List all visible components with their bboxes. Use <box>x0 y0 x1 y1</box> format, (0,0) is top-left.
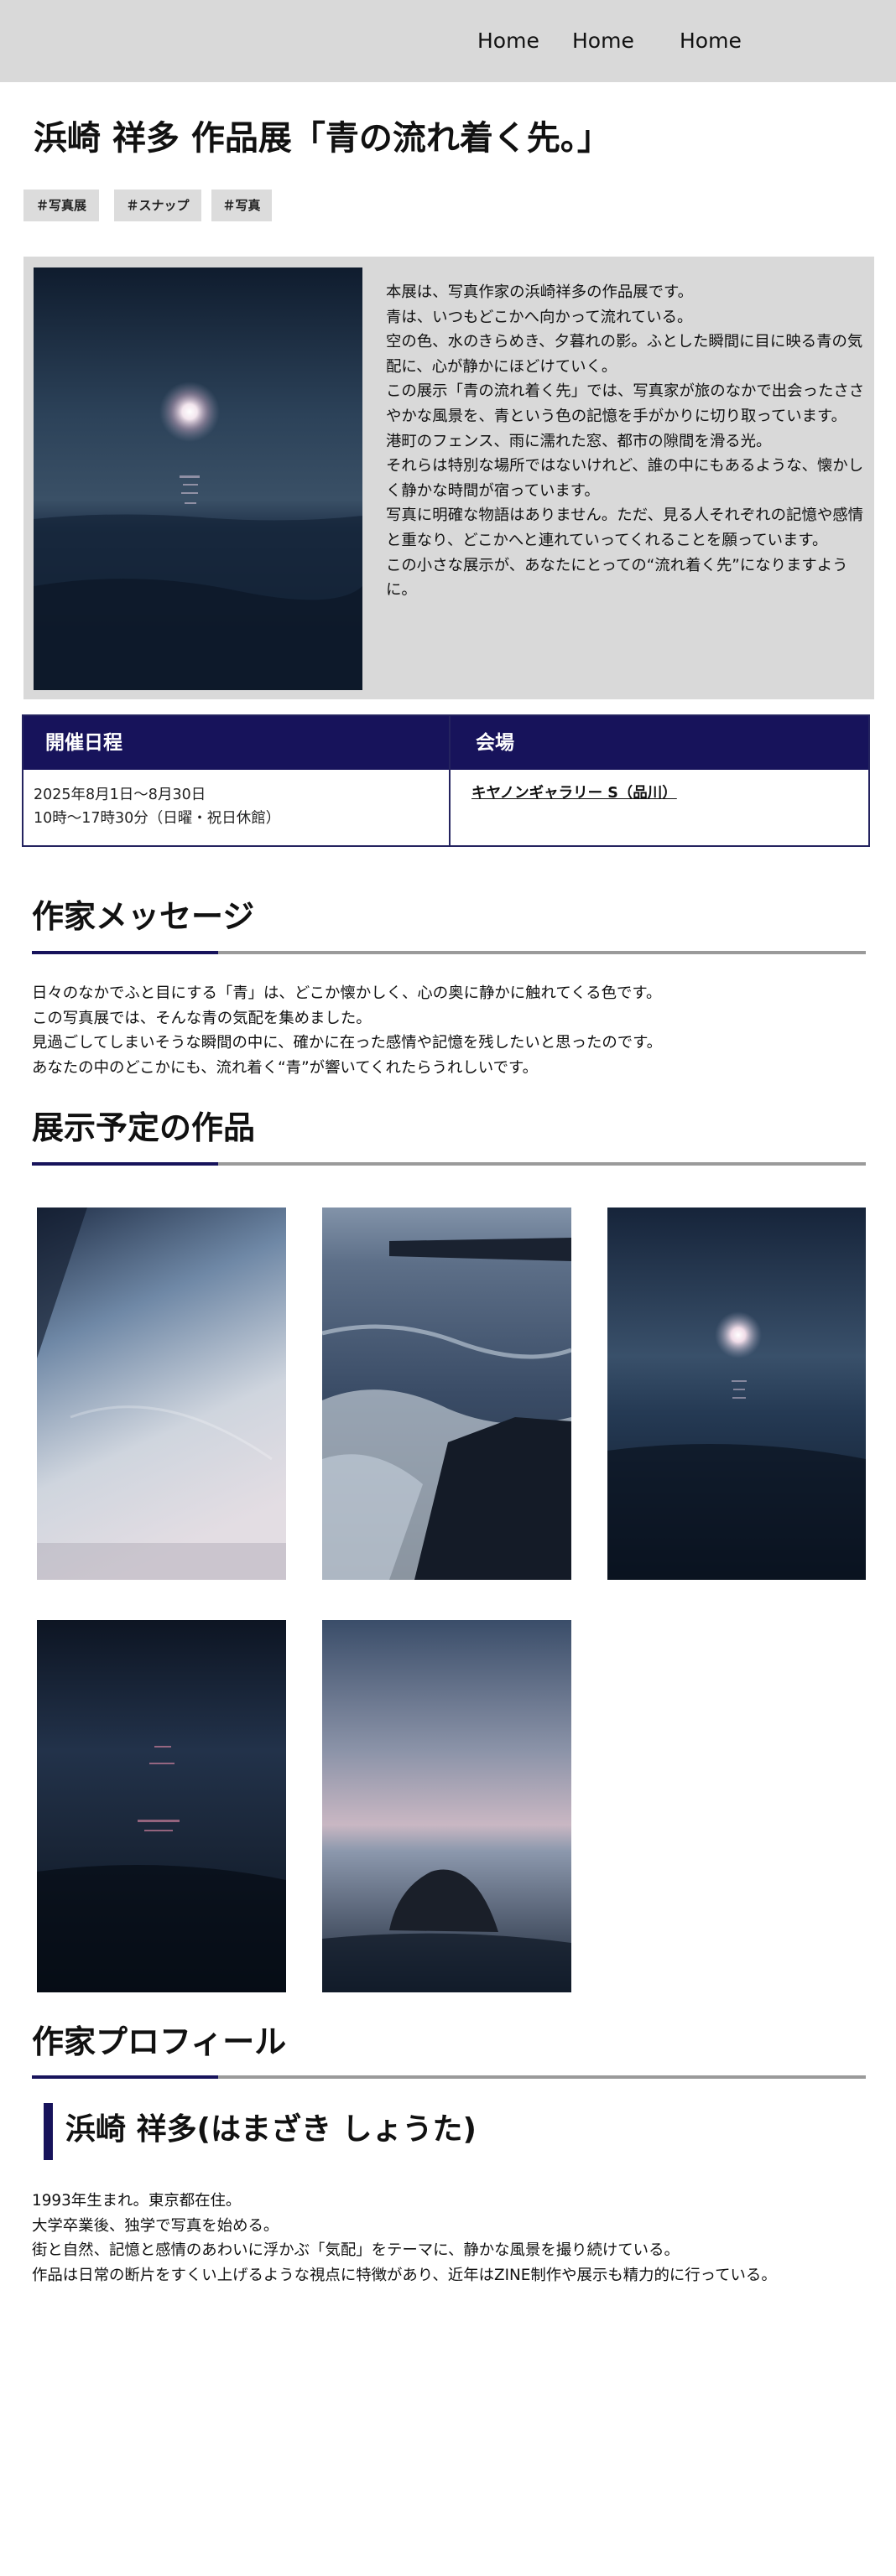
message-paragraph: あなたの中のどこかにも、流れ着く“青”が響いてくれたらうれしいです。 <box>32 1058 538 1077</box>
heading-rule-accent <box>32 1162 218 1166</box>
bio-line: 作品は日常の断片をすくい上げるような視点に特徴があり、近年はZINE制作や展示も… <box>32 2266 777 2284</box>
site-header: Home Home Home <box>0 0 896 82</box>
intro-paragraph: 本展は、写真作家の浜崎祥多の作品展です。 <box>386 283 693 301</box>
heading-rule-accent <box>32 2075 218 2079</box>
nav-home-link[interactable]: Home <box>680 29 742 54</box>
profile-heading: 作家プロフィール <box>32 2023 287 2060</box>
rock-at-dusk-photo[interactable] <box>322 1620 571 1992</box>
nav-home-link[interactable]: Home <box>572 29 634 54</box>
global-nav: Home Home Home <box>0 29 896 54</box>
page-title: 浜崎 祥多 作品展「青の流れ着く先。」 <box>34 119 611 158</box>
intro-panel: 本展は、写真作家の浜崎祥多の作品展です。 青は、いつもどこかへ向かって流れている… <box>23 257 874 699</box>
intro-paragraph: 空の色、水のきらめき、夕暮れの影。ふとした瞬間に目に映る青の気配に、心が静かにほ… <box>386 333 863 376</box>
profile-accent-bar <box>44 2103 53 2160</box>
event-hours: 10時〜17時30分（日曜・祝日休館） <box>34 810 281 827</box>
heading-rule <box>32 951 866 954</box>
message-paragraph: この写真展では、そんな青の気配を集めました。 <box>32 1009 372 1027</box>
artist-bio: 1993年生まれ。東京都在住。 大学卒業後、独学で写真を始める。 街と自然、記憶… <box>32 2189 871 2288</box>
message-paragraph: 日々のなかでふと目にする「青」は、どこか懐かしく、心の奥に静かに触れてくる色です… <box>32 984 662 1002</box>
info-table-header: 開催日程 会場 <box>23 716 868 770</box>
bio-line: 街と自然、記憶と感情のあわいに浮かぶ「気配」をテーマに、静かな風景を撮り続けてい… <box>32 2241 680 2260</box>
heading-rule-accent <box>32 951 218 954</box>
event-date: 2025年8月1日〜8月30日 10時〜17時30分（日曜・祝日休館） <box>34 783 280 830</box>
intro-paragraph: 港町のフェンス、雨に濡れた窓、都市の隙間を滑る光。 <box>386 432 772 450</box>
moon-over-sea-photo[interactable] <box>607 1208 866 1580</box>
info-divider <box>449 716 451 845</box>
breakwater-waves-photo[interactable] <box>322 1208 571 1580</box>
intro-text: 本展は、写真作家の浜崎祥多の作品展です。 青は、いつもどこかへ向かって流れている… <box>386 280 878 603</box>
intro-paragraph: それらは特別な場所ではないけれど、誰の中にもあるような、懐かしく静かな時間が宿っ… <box>386 457 864 500</box>
intro-moon-over-sea-photo <box>34 267 362 690</box>
intro-paragraph: この小さな展示が、あなたにとっての“流れ着く先”になりますように。 <box>386 556 848 600</box>
tag-badge[interactable]: ＃写真展 <box>23 190 99 221</box>
works-heading: 展示予定の作品 <box>32 1109 256 1146</box>
heading-rule <box>32 2075 866 2079</box>
venue-label: 会場 <box>476 732 514 754</box>
event-date-range: 2025年8月1日〜8月30日 <box>34 787 206 803</box>
event-info-table: 開催日程 会場 2025年8月1日〜8月30日 10時〜17時30分（日曜・祝日… <box>22 714 870 847</box>
bio-line: 1993年生まれ。東京都在住。 <box>32 2192 242 2210</box>
message-heading: 作家メッセージ <box>32 898 255 935</box>
tag-badge[interactable]: ＃写真 <box>211 190 272 221</box>
date-label: 開催日程 <box>45 732 122 754</box>
intro-paragraph: この展示「青の流れ着く先」では、写真家が旅のなかで出会ったささやかな風景を、青と… <box>386 382 865 425</box>
tag-badge[interactable]: ＃スナップ <box>114 190 201 221</box>
intro-paragraph: 青は、いつもどこかへ向かって流れている。 <box>386 308 693 326</box>
venue-link[interactable]: キヤノンギャラリー S（品川） <box>471 782 677 805</box>
intro-paragraph: 写真に明確な物語はありません。ただ、見る人それぞれの記憶や感情と重なり、どこかへ… <box>386 506 864 549</box>
heading-rule <box>32 1162 866 1166</box>
dark-sea-reflection-photo[interactable] <box>37 1620 286 1992</box>
nav-home-link[interactable]: Home <box>477 29 539 54</box>
artist-name: 浜崎 祥多(はまざき しょうた) <box>65 2112 477 2147</box>
bio-line: 大学卒業後、独学で写真を始める。 <box>32 2216 279 2235</box>
artist-message: 日々のなかでふと目にする「青」は、どこか懐かしく、心の奥に静かに触れてくる色です… <box>32 981 862 1080</box>
message-paragraph: 見過ごしてしまいそうな瞬間の中に、確かに在った感情や記憶を残したいと思ったのです… <box>32 1034 663 1052</box>
hazy-sky-photo[interactable] <box>37 1208 286 1580</box>
